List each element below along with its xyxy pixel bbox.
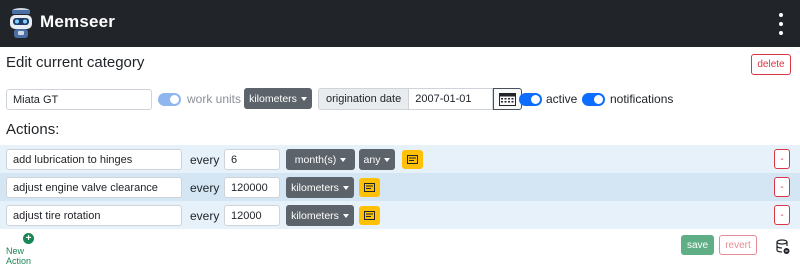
notes-button[interactable] [402,150,423,169]
interval-input[interactable]: 120000 [224,177,280,198]
interval-input[interactable]: 6 [224,149,280,170]
app-title: Memseer [40,12,116,31]
caret-down-icon [384,157,391,162]
caret-down-icon [342,185,349,190]
modifier-label: any [363,153,381,166]
units-dropdown[interactable]: kilometers [244,88,312,109]
every-label: every [190,209,220,223]
calendar-button[interactable] [493,88,523,110]
active-toggle[interactable] [519,93,542,106]
remove-action-button[interactable]: - [774,205,790,225]
interval-unit-label: kilometers [291,209,339,222]
action-name-input[interactable]: add lubrication to hinges [6,149,182,170]
caret-down-icon [300,96,307,101]
interval-unit-label: month(s) [294,153,337,166]
note-icon [364,211,375,220]
remove-action-button[interactable]: - [774,177,790,197]
new-action-button[interactable]: + New Action [6,233,51,266]
interval-input[interactable]: 12000 [224,205,280,226]
notes-button[interactable] [359,178,380,197]
origination-date-label: origination date [318,88,409,110]
action-name-input[interactable]: adjust engine valve clearance [6,177,182,198]
active-label: active [546,92,578,106]
remove-action-button[interactable]: - [774,149,790,169]
every-label: every [190,181,220,195]
interval-unit-dropdown[interactable]: kilometers [286,177,354,198]
robot-logo-icon [10,8,32,38]
modifier-dropdown[interactable]: any [359,149,395,170]
database-icon[interactable] [776,239,790,255]
origination-date-input[interactable]: 2007-01-01 [408,88,494,110]
caret-down-icon [342,213,349,218]
save-button[interactable]: save [681,235,714,255]
origination-date-group: origination date 2007-01-01 [318,88,523,110]
actions-heading: Actions: [6,121,60,138]
interval-unit-dropdown[interactable]: kilometers [286,205,354,226]
category-name-input[interactable]: Miata GT [6,89,152,110]
caret-down-icon [340,157,347,162]
action-name-input[interactable]: adjust tire rotation [6,205,182,226]
page-title: Edit current category [6,54,145,71]
new-action-label: New Action [6,246,32,266]
delete-category-button[interactable]: delete [751,54,791,75]
revert-button[interactable]: revert [719,235,757,255]
every-label: every [190,153,220,167]
calendar-icon [499,92,517,106]
notifications-toggle[interactable] [582,93,605,106]
note-icon [407,155,418,164]
interval-unit-label: kilometers [291,181,339,194]
interval-unit-dropdown[interactable]: month(s) [286,149,355,170]
plus-circle-icon: + [23,233,34,244]
work-units-toggle[interactable] [158,93,181,106]
kebab-menu-icon[interactable] [776,13,786,35]
top-navbar: Memseer [0,0,800,47]
notifications-label: notifications [610,92,674,106]
note-icon [364,183,375,192]
work-units-label: work units [187,92,242,106]
units-dropdown-label: kilometers [249,92,297,105]
notes-button[interactable] [359,206,380,225]
